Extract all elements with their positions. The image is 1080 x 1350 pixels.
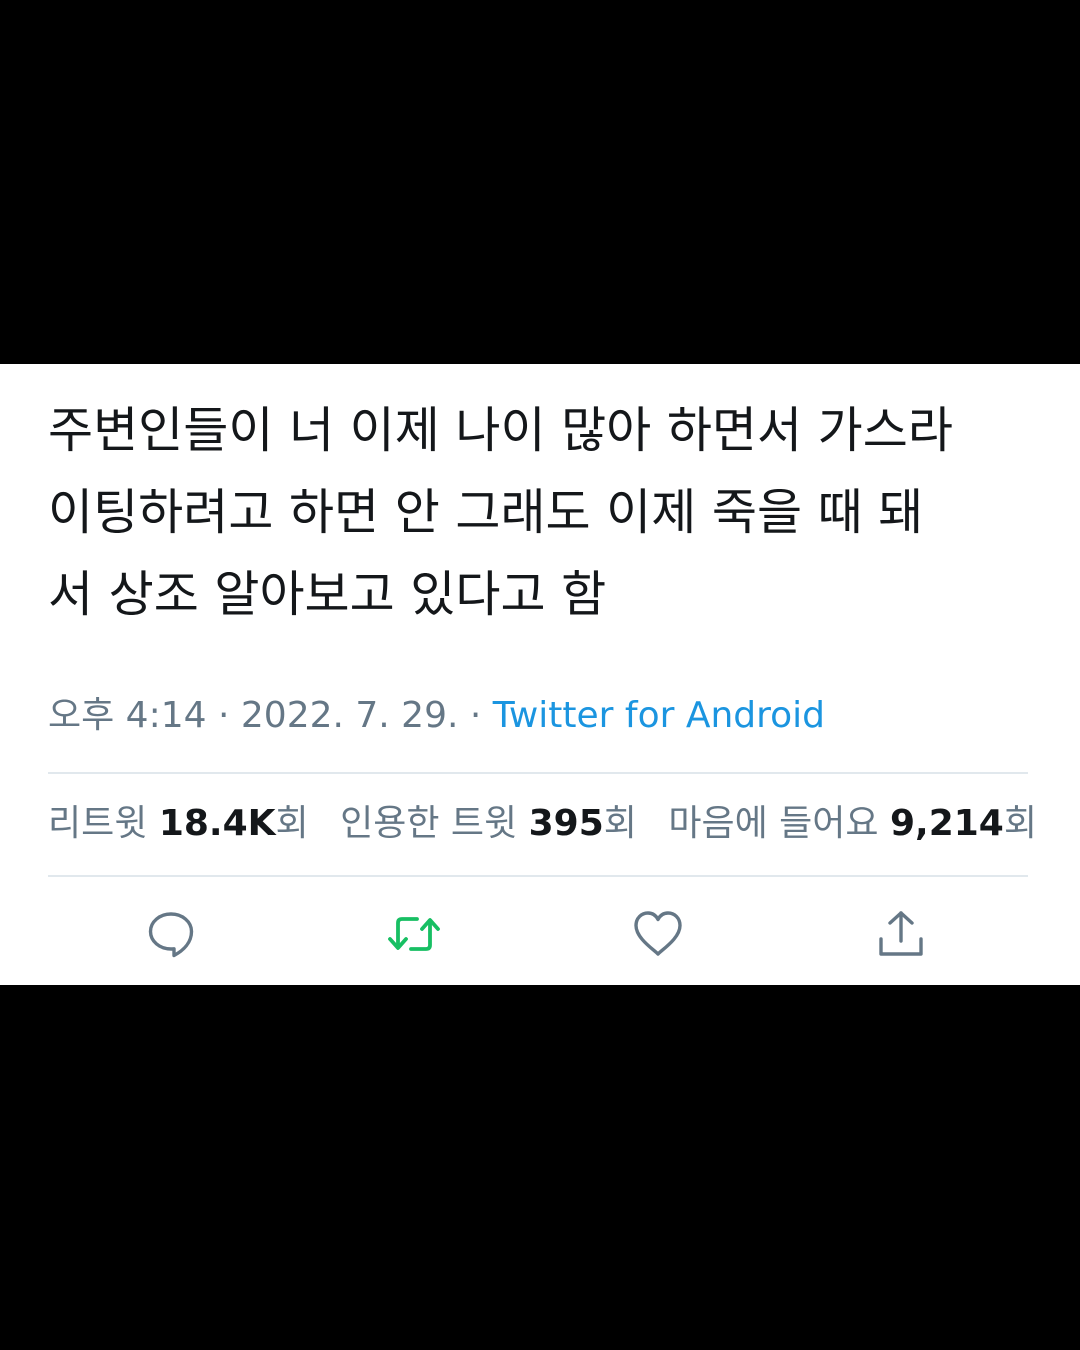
tweet-time[interactable]: 오후 4:14: [48, 695, 207, 736]
quote-label: 인용한 트윗: [340, 803, 518, 844]
retweet-icon: [388, 917, 440, 951]
retweet-suffix: 회: [275, 803, 309, 844]
like-label: 마음에 들어요: [668, 803, 879, 844]
quote-suffix: 회: [603, 803, 637, 844]
like-button[interactable]: [628, 904, 688, 964]
meta-separator: ·: [217, 695, 230, 736]
retweet-count: 18.4K: [158, 803, 276, 844]
tweet-card: 주변인들이 너 이제 나이 많아 하면서 가스라 이팅하려고 하면 안 그래도 …: [0, 364, 1080, 985]
tweet-source-link[interactable]: Twitter for Android: [493, 695, 825, 736]
reply-icon: [148, 912, 194, 958]
heart-icon: [634, 911, 682, 956]
tweet-actions: [0, 904, 1080, 964]
retweet-button[interactable]: [384, 904, 444, 964]
quote-count-stat[interactable]: 인용한 트윗 395회: [340, 803, 637, 844]
tweet-stats: 리트윗 18.4K회 인용한 트윗 395회 마음에 들어요 9,214회: [48, 802, 1037, 846]
like-count-stat[interactable]: 마음에 들어요 9,214회: [668, 803, 1037, 844]
tweet-date[interactable]: 2022. 7. 29.: [241, 695, 459, 736]
tweet-text: 주변인들이 너 이제 나이 많아 하면서 가스라 이팅하려고 하면 안 그래도 …: [48, 402, 953, 623]
retweet-label: 리트윗: [48, 803, 148, 844]
divider: [48, 875, 1028, 877]
retweet-count-stat[interactable]: 리트윗 18.4K회: [48, 803, 309, 844]
divider: [48, 772, 1028, 774]
share-button[interactable]: [871, 904, 931, 964]
tweet-meta: 오후 4:14 · 2022. 7. 29. · Twitter for And…: [48, 694, 825, 738]
meta-separator: ·: [469, 695, 482, 736]
reply-button[interactable]: [141, 904, 201, 964]
quote-count: 395: [528, 803, 604, 844]
like-suffix: 회: [1003, 803, 1037, 844]
share-icon: [879, 911, 923, 956]
like-count: 9,214: [889, 803, 1004, 844]
